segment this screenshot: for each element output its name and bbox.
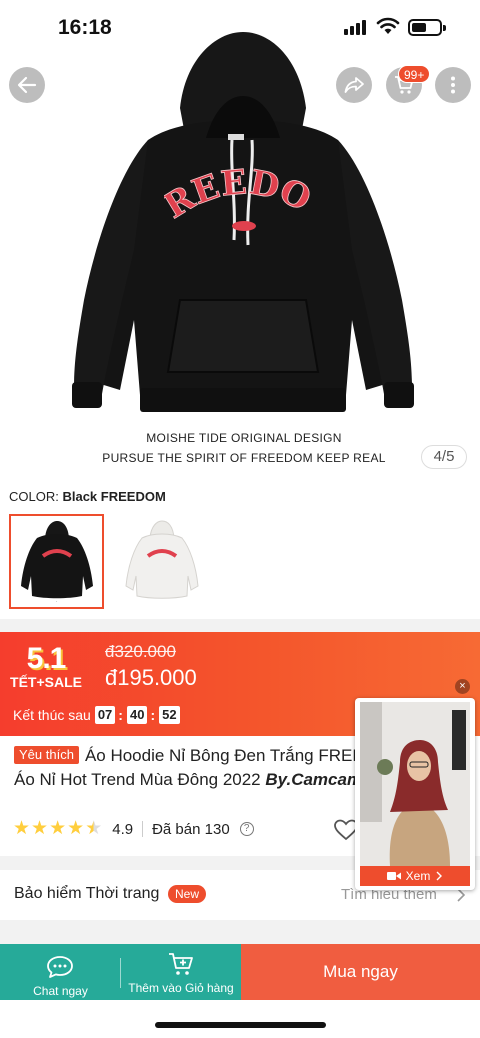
sale-logo-date: 5.1: [26, 642, 67, 675]
sale-logo: 5.1 TẾT+SALE: [8, 642, 84, 690]
countdown-seconds: 52: [159, 706, 180, 724]
rating-value: 4.9: [112, 820, 134, 838]
product-title-line2: Áo Nỉ Hot Trend Mùa Đông 2022: [14, 770, 266, 789]
star-icon: ★: [49, 818, 67, 839]
new-badge: New: [168, 885, 207, 903]
star-icon: ★: [13, 818, 31, 839]
watch-label: Xem: [405, 869, 431, 883]
image-caption-line2: PURSUE THE SPIRIT OF FREEDOM KEEP REAL: [102, 451, 386, 465]
section-divider: [0, 920, 480, 944]
sold-count: Đã bán 130: [152, 820, 230, 838]
color-label: COLOR:: [9, 489, 59, 504]
favorite-tag: Yêu thích: [14, 746, 79, 764]
video-thumbnail: [360, 702, 470, 866]
rating-stars: ★ ★ ★ ★ ★: [13, 819, 102, 839]
question-icon[interactable]: ?: [239, 822, 254, 836]
star-icon: ★: [67, 818, 85, 839]
home-indicator: [155, 1022, 326, 1028]
sale-price: đ195.000: [105, 665, 197, 690]
share-icon: [344, 77, 364, 93]
product-brand: By.Camcam: [265, 770, 363, 789]
original-price: đ320.000: [105, 642, 176, 661]
star-icon: ★: [31, 818, 49, 839]
cart-count-badge: 99+: [398, 65, 431, 83]
half-star-icon: ★: [85, 818, 103, 839]
product-title: Yêu thích Áo Hoodie Nỉ Bông Đen Trắng FRE…: [14, 744, 364, 792]
image-caption-line1: MOISHE TIDE ORIGINAL DESIGN: [146, 431, 342, 445]
watch-video-button[interactable]: Xem: [360, 866, 470, 886]
sale-logo-text: TẾT+SALE: [10, 674, 82, 690]
product-title-line1: Áo Hoodie Nỉ Bông Đen Trắng FREEDOM: [84, 746, 364, 765]
freedom-print: FREEDOM: [164, 160, 317, 231]
arrow-left-icon: [17, 76, 37, 94]
image-counter: 4/5: [421, 445, 467, 469]
video-camera-icon: [386, 872, 401, 880]
white-hoodie-thumbnail: [125, 520, 199, 599]
color-selection-label: COLOR: Black FREEDOM: [9, 489, 166, 504]
selected-color: Black FREEDOM: [62, 489, 166, 504]
black-hoodie-thumbnail: .: [21, 521, 93, 603]
chevron-right-icon: [436, 871, 443, 881]
countdown-label: Kết thúc sau: [13, 707, 91, 723]
countdown-minutes: 40: [126, 706, 148, 724]
close-video-button[interactable]: ×: [455, 679, 470, 694]
back-button[interactable]: [9, 67, 45, 103]
share-button[interactable]: [336, 67, 372, 103]
add-to-cart-button[interactable]: Thêm vào Giỏ hàng: [121, 944, 241, 1000]
video-preview: [360, 702, 470, 866]
color-option-black[interactable]: .: [9, 514, 104, 609]
add-to-cart-label: Thêm vào Giỏ hàng: [128, 981, 234, 995]
svg-text:FREEDOM: FREEDOM: [164, 160, 317, 227]
countdown-timer: Kết thúc sau 07 : 40 : 52: [13, 706, 180, 724]
bottom-action-bar: Chat ngay Thêm vào Giỏ hàng Mua ngay: [0, 944, 480, 1000]
chat-icon: [47, 956, 73, 978]
color-option-white[interactable]: [114, 514, 209, 609]
countdown-hours: 07: [94, 706, 116, 724]
section-divider: [0, 619, 480, 632]
add-to-cart-icon: [169, 953, 193, 975]
svg-text:.: .: [56, 598, 57, 603]
chat-now-button[interactable]: Chat ngay: [0, 944, 121, 1000]
insurance-label: Bảo hiểm Thời trang: [14, 885, 160, 902]
buy-now-button[interactable]: Mua ngay: [241, 944, 480, 1000]
rating-row: ★ ★ ★ ★ ★ 4.9 Đã bán 130 ?: [13, 818, 254, 840]
chat-now-label: Chat ngay: [33, 984, 88, 998]
more-vertical-icon: [451, 76, 455, 94]
floating-video[interactable]: Xem: [355, 698, 475, 890]
more-options-button[interactable]: [435, 67, 471, 103]
